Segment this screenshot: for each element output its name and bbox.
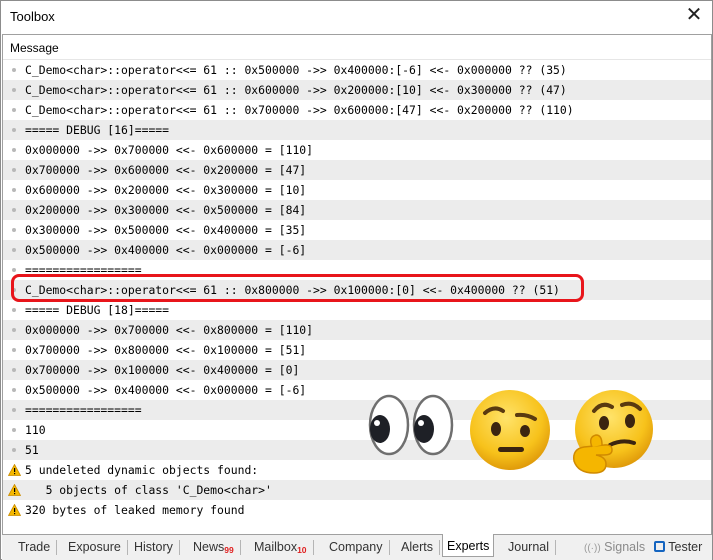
log-row[interactable]: C_Demo<char>::operator<<= 61 :: 0x800000… (3, 280, 711, 300)
log-row[interactable]: ===== DEBUG [18]===== (3, 300, 711, 320)
log-message: ================= (25, 263, 142, 277)
log-message: 0x000000 ->> 0x700000 <<- 0x800000 = [11… (25, 323, 314, 337)
log-row[interactable]: C_Demo<char>::operator<<= 61 :: 0x600000… (3, 80, 711, 100)
bullet-icon (12, 368, 16, 372)
log-row[interactable]: 0x500000 ->> 0x400000 <<- 0x000000 = [-6… (3, 240, 711, 260)
tab-news[interactable]: News99 (189, 535, 241, 560)
bullet-icon (12, 428, 16, 432)
tab-tester[interactable]: Tester (650, 535, 706, 560)
log-message: 5 objects of class 'C_Demo<char>' (25, 483, 272, 497)
warning-icon (8, 504, 21, 516)
log-message: ================= (25, 403, 142, 417)
bullet-icon (12, 168, 16, 172)
log-message: 0x200000 ->> 0x300000 <<- 0x500000 = [84… (25, 203, 307, 217)
bullet-icon (12, 128, 16, 132)
tab-alerts[interactable]: Alerts (397, 535, 440, 560)
thinking-face-icon (572, 390, 653, 474)
log-message: 0x700000 ->> 0x800000 <<- 0x100000 = [51… (25, 343, 307, 357)
bullet-icon (12, 108, 16, 112)
tab-label: Experts (447, 539, 490, 553)
bullet-icon (12, 328, 16, 332)
log-message: 0x700000 ->> 0x600000 <<- 0x200000 = [47… (25, 163, 307, 177)
log-message: ===== DEBUG [16]===== (25, 123, 170, 137)
bullet-icon (12, 208, 16, 212)
toolbox-window: Toolbox ✕ Message C_Demo<char>::operator… (0, 0, 713, 560)
log-message: C_Demo<char>::operator<<= 61 :: 0x600000… (25, 83, 567, 97)
tab-mailbox[interactable]: Mailbox10 (250, 535, 314, 560)
tab-label: Trade (18, 540, 51, 554)
tab-label: Company (329, 540, 383, 554)
log-row[interactable]: 0x300000 ->> 0x500000 <<- 0x400000 = [35… (3, 220, 711, 240)
bullet-icon (12, 188, 16, 192)
tab-badge: 10 (297, 545, 307, 555)
log-row[interactable]: 0x000000 ->> 0x700000 <<- 0x600000 = [11… (3, 140, 711, 160)
bullet-icon (12, 348, 16, 352)
log-message: 320 bytes of leaked memory found (25, 503, 245, 517)
bullet-icon (12, 388, 16, 392)
log-message: 0x600000 ->> 0x200000 <<- 0x300000 = [10… (25, 183, 307, 197)
log-message: 110 (25, 423, 46, 437)
raised-eyebrow-face-icon (470, 390, 550, 470)
log-row[interactable]: 0x000000 ->> 0x700000 <<- 0x800000 = [11… (3, 320, 711, 340)
title-bar: Toolbox ✕ (1, 1, 712, 31)
log-message: C_Demo<char>::operator<<= 61 :: 0x700000… (25, 103, 574, 117)
column-header-message[interactable]: Message (3, 35, 711, 60)
log-message: C_Demo<char>::operator<<= 61 :: 0x500000… (25, 63, 567, 77)
log-row[interactable]: 320 bytes of leaked memory found (3, 500, 711, 520)
bullet-icon (12, 148, 16, 152)
log-row[interactable]: 0x700000 ->> 0x100000 <<- 0x400000 = [0] (3, 360, 711, 380)
bullet-icon (12, 268, 16, 272)
bullet-icon (12, 408, 16, 412)
log-message: 0x300000 ->> 0x500000 <<- 0x400000 = [35… (25, 223, 307, 237)
log-row[interactable]: ===== DEBUG [16]===== (3, 120, 711, 140)
tab-journal[interactable]: Journal (504, 535, 556, 560)
bottom-tab-bar: Trade Exposure History News99 Mailbox10 Compa… (2, 534, 712, 560)
tab-history[interactable]: History (130, 535, 180, 560)
log-message: C_Demo<char>::operator<<= 61 :: 0x800000… (25, 283, 560, 297)
tab-label: Journal (508, 540, 549, 554)
log-message: 0x000000 ->> 0x700000 <<- 0x600000 = [11… (25, 143, 314, 157)
bullet-icon (12, 68, 16, 72)
tab-trade[interactable]: Trade (14, 535, 58, 560)
tab-label: History (134, 540, 173, 554)
log-message: 0x500000 ->> 0x400000 <<- 0x000000 = [-6… (25, 383, 307, 397)
tab-signals[interactable]: ((·)) Signals (580, 535, 649, 560)
log-row[interactable]: 0x700000 ->> 0x600000 <<- 0x200000 = [47… (3, 160, 711, 180)
window-title: Toolbox (10, 9, 55, 24)
log-row[interactable]: C_Demo<char>::operator<<= 61 :: 0x700000… (3, 100, 711, 120)
log-message: 0x700000 ->> 0x100000 <<- 0x400000 = [0] (25, 363, 300, 377)
log-message: 0x500000 ->> 0x400000 <<- 0x000000 = [-6… (25, 243, 307, 257)
log-message: ===== DEBUG [18]===== (25, 303, 170, 317)
tab-company[interactable]: Company (325, 535, 389, 560)
close-icon[interactable]: ✕ (684, 5, 704, 25)
tab-experts[interactable]: Experts (442, 534, 495, 557)
tester-icon (654, 541, 665, 552)
bullet-icon (12, 448, 16, 452)
bullet-icon (12, 248, 16, 252)
tab-badge: 99 (224, 545, 234, 555)
log-row[interactable]: 5 objects of class 'C_Demo<char>' (3, 480, 711, 500)
log-row[interactable]: ================= (3, 260, 711, 280)
warning-icon (8, 484, 21, 496)
log-message: 51 (25, 443, 39, 457)
log-message: 5 undeleted dynamic objects found: (25, 463, 259, 477)
log-row[interactable]: C_Demo<char>::operator<<= 61 :: 0x500000… (3, 60, 711, 80)
log-row[interactable]: 0x600000 ->> 0x200000 <<- 0x300000 = [10… (3, 180, 711, 200)
bullet-icon (12, 228, 16, 232)
log-row[interactable]: 0x200000 ->> 0x300000 <<- 0x500000 = [84… (3, 200, 711, 220)
bullet-icon (12, 288, 16, 292)
tab-label: News (193, 540, 225, 554)
tab-label: Alerts (401, 540, 433, 554)
tab-signals-label: Signals (604, 540, 646, 554)
log-row[interactable]: 0x700000 ->> 0x800000 <<- 0x100000 = [51… (3, 340, 711, 360)
eyes-icon (368, 394, 454, 456)
bullet-icon (12, 308, 16, 312)
signals-icon: ((·)) (584, 543, 601, 554)
tab-label: Exposure (68, 540, 121, 554)
tab-tester-label: Tester (668, 540, 703, 554)
tab-label: Mailbox (254, 540, 298, 554)
tab-exposure[interactable]: Exposure (64, 535, 128, 560)
bullet-icon (12, 88, 16, 92)
warning-icon (8, 464, 21, 476)
